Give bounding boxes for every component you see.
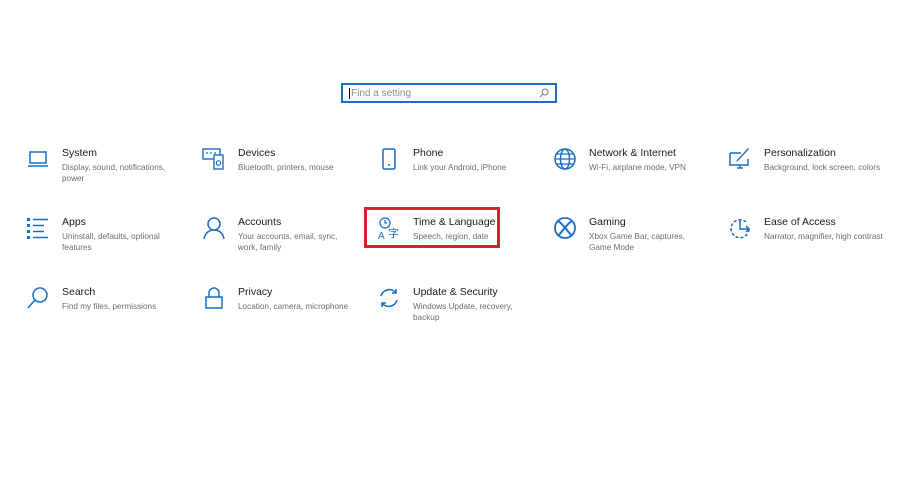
globe-icon [553, 147, 579, 173]
tile-desc: Background, lock screen, colors [764, 163, 881, 172]
laptop-icon [26, 147, 52, 173]
tile-update-security[interactable]: Update & Security Windows Update, recover… [377, 286, 547, 346]
tile-devices[interactable]: Devices Bluetooth, printers, mouse [202, 147, 372, 207]
paintbrush-icon [728, 147, 754, 173]
tile-title: Update & Security [413, 286, 498, 298]
search-placeholder: Find a setting [351, 87, 412, 99]
tile-title: Gaming [589, 216, 626, 228]
tile-desc: Bluetooth, printers, mouse [238, 163, 334, 172]
lock-icon [202, 286, 228, 312]
ease-of-access-icon [728, 216, 754, 242]
tile-privacy[interactable]: Privacy Location, camera, microphone [202, 286, 372, 346]
tile-desc: Windows Update, recovery, backup [413, 302, 513, 322]
tile-desc: Your accounts, email, sync, work, family [238, 232, 338, 252]
tile-desc: Wi-Fi, airplane mode, VPN [589, 163, 686, 172]
tile-personalization[interactable]: Personalization Background, lock screen, … [728, 147, 898, 207]
tile-title: Accounts [238, 216, 282, 228]
search-icon [26, 286, 52, 312]
tile-desc: Link your Android, iPhone [413, 163, 507, 172]
apps-list-icon [26, 216, 52, 242]
settings-search-input[interactable]: Find a setting [341, 83, 557, 103]
tile-title: Phone [413, 147, 444, 159]
tile-phone[interactable]: Phone Link your Android, iPhone [377, 147, 547, 207]
tile-search[interactable]: Search Find my files, permissions [26, 286, 196, 346]
tile-gaming[interactable]: Gaming Xbox Game Bar, captures, Game Mode [553, 216, 723, 276]
tile-title: Network & Internet [589, 147, 676, 159]
tile-title: System [62, 147, 98, 159]
tile-desc: Uninstall, defaults, optional features [62, 232, 160, 252]
text-caret [349, 87, 350, 99]
tile-network-internet[interactable]: Network & Internet Wi-Fi, airplane mode, … [553, 147, 723, 207]
sync-icon [377, 286, 403, 312]
tile-title: Apps [62, 216, 86, 228]
tile-desc: Find my files, permissions [62, 302, 157, 311]
tile-desc: Display, sound, notifications, power [62, 163, 166, 183]
highlight-box [364, 207, 500, 248]
xbox-icon [553, 216, 579, 242]
tile-accounts[interactable]: Accounts Your accounts, email, sync, work… [202, 216, 372, 276]
tile-title: Ease of Access [764, 216, 836, 228]
tile-desc: Narrator, magnifier, high contrast [764, 232, 883, 241]
tile-title: Personalization [764, 147, 836, 159]
search-icon[interactable] [539, 88, 549, 98]
tile-desc: Xbox Game Bar, captures, Game Mode [589, 232, 686, 252]
tile-system[interactable]: System Display, sound, notifications, pow… [26, 147, 196, 207]
phone-icon [377, 147, 403, 173]
tile-desc: Location, camera, microphone [238, 302, 349, 311]
tile-apps[interactable]: Apps Uninstall, defaults, optional featur… [26, 216, 196, 276]
devices-icon [202, 147, 228, 173]
person-icon [202, 216, 228, 242]
tile-title: Devices [238, 147, 276, 159]
tile-title: Privacy [238, 286, 273, 298]
tile-ease-of-access[interactable]: Ease of Access Narrator, magnifier, high … [728, 216, 898, 276]
tile-title: Search [62, 286, 96, 298]
